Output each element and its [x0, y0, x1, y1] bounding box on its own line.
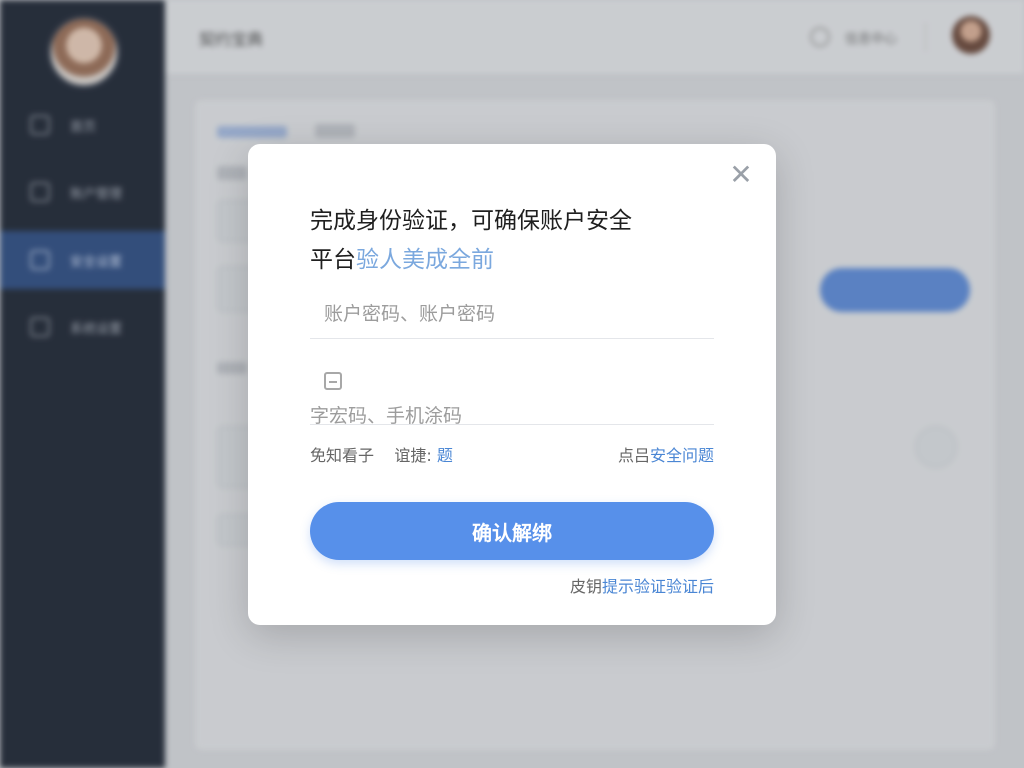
footer-prefix: 皮钥	[569, 577, 602, 596]
footer-hint: 皮钥提示验证验证后	[570, 573, 714, 597]
dialog-heading: 完成身份验证，可确保账户安全 平台验人美成全前	[310, 202, 730, 280]
hint-text: 免知看子	[310, 446, 375, 465]
security-question-link[interactable]: 安全问题	[650, 446, 714, 465]
heading-prefix: 平台	[310, 247, 356, 273]
heading-line1: 完成身份验证，可确保账户安全	[310, 208, 632, 234]
message-icon	[324, 371, 342, 390]
hint-prefix: 点吕	[617, 446, 650, 465]
hint-left: 免知看子 谊捷: 题	[310, 442, 453, 466]
unbind-dialog: ✕ 完成身份验证，可确保账户安全 平台验人美成全前 免知看子 谊捷: 题 点吕安…	[248, 144, 776, 625]
footer-link[interactable]: 提示验证验证后	[602, 577, 714, 596]
confirm-unbind-button[interactable]: 确认解绑	[310, 502, 714, 560]
close-icon[interactable]: ✕	[726, 160, 756, 190]
heading-highlight: 验人美成全前	[356, 247, 494, 273]
hint-right: 点吕安全问题	[618, 442, 714, 466]
verify-link[interactable]: 题	[437, 446, 453, 465]
heading-line2: 平台验人美成全前	[310, 241, 730, 280]
code-input[interactable]	[310, 389, 680, 443]
verify-label: 谊捷:	[394, 446, 432, 465]
password-input[interactable]	[310, 289, 714, 339]
hint-row: 免知看子 谊捷: 题 点吕安全问题	[310, 442, 714, 466]
code-field[interactable]	[310, 370, 714, 443]
